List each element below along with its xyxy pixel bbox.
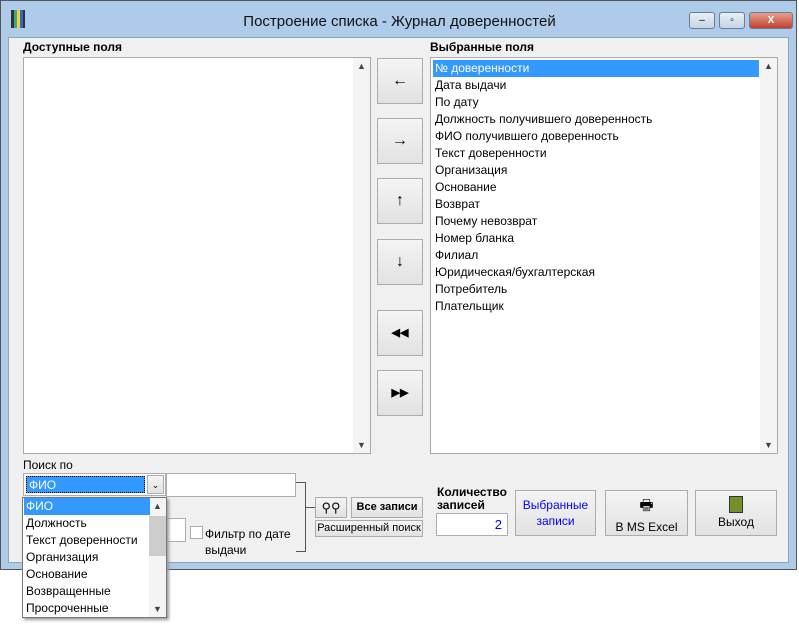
selected-field-item[interactable]: Основание xyxy=(433,179,497,196)
scrollbar[interactable]: ▲ ▼ xyxy=(353,58,370,453)
move-all-right-button[interactable]: ▶▶ xyxy=(377,370,423,416)
move-up-button[interactable]: ↑ xyxy=(377,178,423,224)
selected-records-button[interactable]: Выбранные записи xyxy=(515,490,596,536)
selected-field-item[interactable]: Организация xyxy=(433,162,507,179)
close-button[interactable]: X xyxy=(749,12,793,29)
printer-icon: 🖶 xyxy=(639,497,654,514)
move-down-button[interactable]: ↓ xyxy=(377,239,423,285)
selected-field-item[interactable]: Номер бланка xyxy=(433,230,514,247)
binoculars-icon[interactable]: ⚲⚲ xyxy=(315,497,347,518)
chevron-down-icon[interactable]: ⌄ xyxy=(147,475,164,494)
scrollbar[interactable]: ▲ ▼ xyxy=(149,498,166,617)
selected-field-item[interactable]: ФИО получившего доверенность xyxy=(433,128,619,145)
record-count-label: Количество записей xyxy=(437,485,507,512)
dropdown-option[interactable]: Возвращенные xyxy=(24,583,150,600)
selected-field-item[interactable]: Плательщик xyxy=(433,298,504,315)
selected-fields-label: Выбранные поля xyxy=(430,40,534,54)
exit-door-icon xyxy=(729,496,743,513)
date-input[interactable] xyxy=(166,518,186,542)
selected-records-label: Выбранные записи xyxy=(522,498,589,528)
record-count-field: 2 xyxy=(436,513,508,536)
dropdown-option[interactable]: Должность xyxy=(24,515,150,532)
selected-field-item[interactable]: Текст доверенности xyxy=(433,145,547,162)
dropdown-option[interactable]: Основание xyxy=(24,566,150,583)
minimize-button[interactable]: – xyxy=(689,12,715,29)
dropdown-option[interactable]: Текст доверенности xyxy=(24,532,150,549)
selected-field-item[interactable]: Юридическая/бухгалтерская xyxy=(433,264,595,281)
selected-field-item[interactable]: Почему невозврат xyxy=(433,213,537,230)
search-field-dropdown[interactable]: ▲ ▼ ФИО Должность Текст доверенности Организ… xyxy=(22,497,167,618)
selected-field-item[interactable]: Потребитель xyxy=(433,281,507,298)
selected-field-item[interactable]: № доверенности xyxy=(433,60,759,77)
available-fields-list[interactable]: ▲ ▼ xyxy=(23,57,371,454)
move-right-button[interactable]: → xyxy=(377,118,423,164)
search-input[interactable] xyxy=(166,473,296,497)
scrollbar[interactable]: ▲ ▼ xyxy=(760,58,777,453)
exit-label: Выход xyxy=(718,515,754,529)
date-filter-label: Фильтр по дате выдачи xyxy=(205,527,291,557)
selected-field-item[interactable]: Должность получившего доверенность xyxy=(433,111,652,128)
export-excel-button[interactable]: 🖶 В MS Excel xyxy=(605,490,688,536)
date-filter-checkbox[interactable] xyxy=(190,526,203,539)
window-title: Построение списка - Журнал доверенностей xyxy=(243,13,556,30)
scrollbar-thumb[interactable] xyxy=(149,516,166,556)
maximize-button[interactable]: ▫ xyxy=(719,12,745,29)
export-excel-label: В MS Excel xyxy=(615,520,678,534)
available-fields-label: Доступные поля xyxy=(23,40,123,54)
move-left-button[interactable]: ← xyxy=(377,58,423,104)
combo-value: ФИО xyxy=(26,476,145,493)
selected-field-item[interactable]: Возврат xyxy=(433,196,480,213)
dropdown-option[interactable]: ФИО xyxy=(24,498,150,515)
bracket-line xyxy=(306,507,315,508)
dropdown-option[interactable]: Просроченные xyxy=(24,600,150,617)
search-field-combo[interactable]: ФИО ⌄ xyxy=(23,473,166,496)
all-records-button[interactable]: Все записи xyxy=(351,497,423,518)
move-all-left-button[interactable]: ◀◀ xyxy=(377,310,423,356)
selected-field-item[interactable]: Дата выдачи xyxy=(433,77,506,94)
selected-field-item[interactable]: По дату xyxy=(433,94,479,111)
dropdown-option[interactable]: Организация xyxy=(24,549,150,566)
advanced-search-button[interactable]: Расширенный поиск xyxy=(315,520,423,537)
exit-button[interactable]: Выход xyxy=(695,490,777,536)
search-by-label: Поиск по xyxy=(23,458,73,472)
selected-field-item[interactable]: Филиал xyxy=(433,247,478,264)
bracket-line xyxy=(296,482,306,552)
selected-fields-list[interactable]: ▲ ▼ № доверенности Дата выдачи По дату Должн… xyxy=(430,57,778,454)
